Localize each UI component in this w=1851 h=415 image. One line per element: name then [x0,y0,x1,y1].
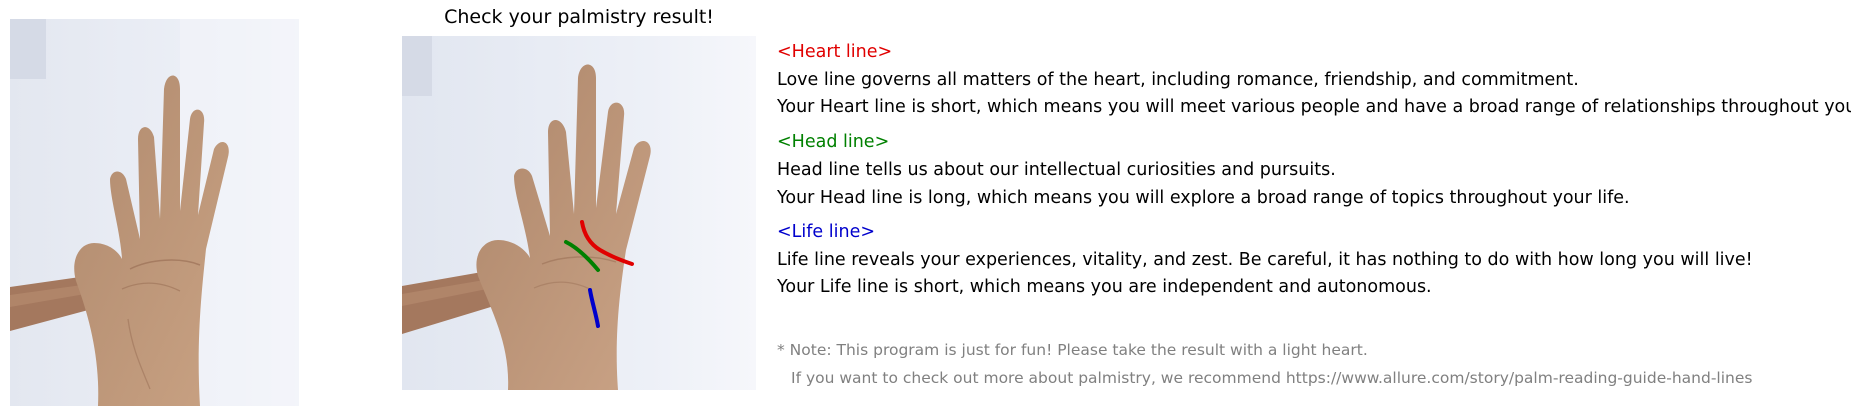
original-palm-image [10,19,299,406]
reference-note: If you want to check out more about palm… [791,369,1753,387]
life-line-result: Your Life line is short, which means you… [777,277,1432,297]
head-line-description: Head line tells us about our intellectua… [777,160,1336,180]
heart-line-description: Love line governs all matters of the hea… [777,70,1579,90]
life-line-heading: <Life line> [777,222,876,242]
head-line-heading: <Head line> [777,132,890,152]
head-line-result: Your Head line is long, which means you … [777,188,1630,208]
life-line-description: Life line reveals your experiences, vita… [777,250,1753,270]
disclaimer-note: * Note: This program is just for fun! Pl… [777,341,1368,359]
heart-line-heading: <Heart line> [777,42,893,62]
palm-result-illustration [402,36,756,390]
page-title: Check your palmistry result! [444,6,714,28]
result-palm-image [402,36,756,390]
palm-photo-illustration [10,19,299,406]
heart-line-result: Your Heart line is short, which means yo… [777,97,1851,117]
